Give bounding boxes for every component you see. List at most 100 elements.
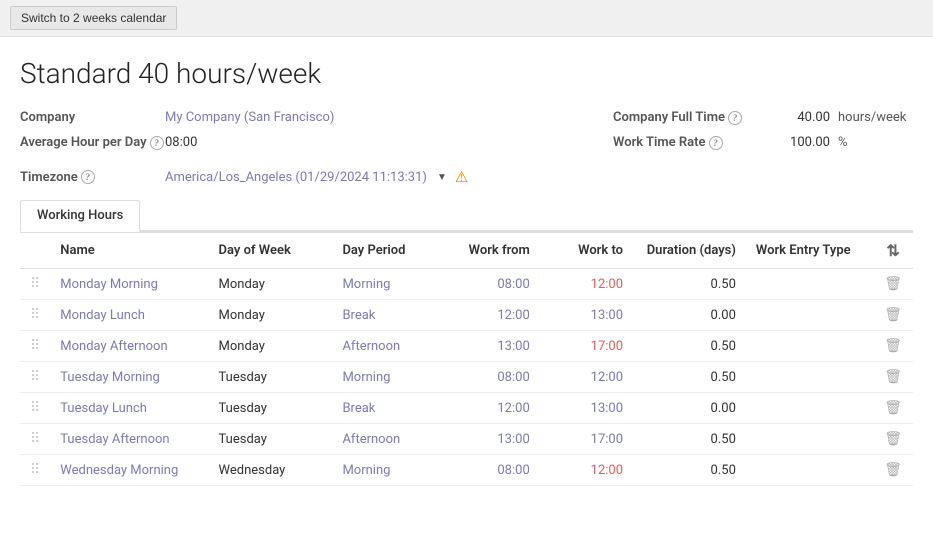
avg-hour-value: 08:00 (165, 135, 197, 150)
delete-row-button[interactable]: 🗑 (884, 431, 902, 447)
to-cell: 13:00 (540, 300, 633, 331)
dur-cell: 0.50 (633, 269, 746, 300)
table-row: ⠿ Monday Afternoon Monday Afternoon 13:0… (20, 331, 913, 362)
dow-cell: Tuesday (209, 362, 333, 393)
company-value[interactable]: My Company (San Francisco) (165, 110, 334, 125)
timezone-dropdown-icon[interactable]: ▼ (437, 172, 447, 183)
tabs-container: Working Hours (20, 200, 913, 232)
dow-cell: Monday (209, 331, 333, 362)
drag-handle-icon[interactable]: ⠿ (30, 276, 40, 292)
col-sort-header[interactable]: ⇅ (873, 233, 913, 269)
company-full-time-label: Company Full Time ? (613, 110, 783, 125)
working-hours-table: Name Day of Week Day Period Work from Wo… (20, 232, 913, 486)
to-cell: 13:00 (540, 393, 633, 424)
name-cell: Monday Morning (50, 269, 208, 300)
dur-cell: 0.50 (633, 424, 746, 455)
delete-cell: 🗑 (873, 331, 913, 362)
from-cell: 13:00 (446, 424, 539, 455)
row-name-link[interactable]: Tuesday Morning (60, 370, 160, 385)
delete-row-button[interactable]: 🗑 (884, 276, 902, 292)
drag-handle-icon[interactable]: ⠿ (30, 431, 40, 447)
drag-handle-cell: ⠿ (20, 269, 50, 300)
wet-cell (746, 300, 873, 331)
col-name-header: Name (50, 233, 208, 269)
name-cell: Monday Lunch (50, 300, 208, 331)
drag-handle-cell: ⠿ (20, 424, 50, 455)
table-row: ⠿ Tuesday Lunch Tuesday Break 12:00 13:0… (20, 393, 913, 424)
drag-handle-icon[interactable]: ⠿ (30, 462, 40, 478)
page-title: Standard 40 hours/week (20, 57, 913, 90)
name-cell: Tuesday Lunch (50, 393, 208, 424)
dp-cell: Afternoon (332, 424, 446, 455)
from-cell: 12:00 (446, 393, 539, 424)
dp-cell: Morning (332, 269, 446, 300)
drag-handle-cell: ⠿ (20, 393, 50, 424)
work-time-rate-help-icon[interactable]: ? (709, 136, 723, 150)
timezone-value[interactable]: America/Los_Angeles (01/29/2024 11:13:31… (165, 170, 427, 185)
switch-calendar-button[interactable]: Switch to 2 weeks calendar (10, 6, 177, 30)
wet-cell (746, 455, 873, 486)
table-row: ⠿ Monday Morning Monday Morning 08:00 12… (20, 269, 913, 300)
dow-cell: Tuesday (209, 393, 333, 424)
timezone-label: Timezone ? (20, 170, 165, 185)
name-cell: Tuesday Afternoon (50, 424, 208, 455)
delete-cell: 🗑 (873, 393, 913, 424)
row-name-link[interactable]: Wednesday Morning (60, 463, 178, 478)
delete-row-button[interactable]: 🗑 (884, 307, 902, 323)
delete-cell: 🗑 (873, 455, 913, 486)
drag-handle-icon[interactable]: ⠿ (30, 400, 40, 416)
dp-cell: Afternoon (332, 331, 446, 362)
col-drag (20, 233, 50, 269)
work-time-rate-label: Work Time Rate ? (613, 135, 783, 150)
wet-cell (746, 424, 873, 455)
dow-cell: Monday (209, 300, 333, 331)
dp-cell: Break (332, 300, 446, 331)
dur-cell: 0.00 (633, 300, 746, 331)
row-name-link[interactable]: Monday Afternoon (60, 339, 167, 354)
company-full-time-help-icon[interactable]: ? (728, 111, 742, 125)
col-dp-header: Day Period (332, 233, 446, 269)
delete-cell: 🗑 (873, 424, 913, 455)
row-name-link[interactable]: Tuesday Afternoon (60, 432, 169, 447)
drag-handle-icon[interactable]: ⠿ (30, 307, 40, 323)
drag-handle-cell: ⠿ (20, 362, 50, 393)
table-row: ⠿ Tuesday Afternoon Tuesday Afternoon 13… (20, 424, 913, 455)
delete-row-button[interactable]: 🗑 (884, 462, 902, 478)
wet-cell (746, 393, 873, 424)
to-cell: 12:00 (540, 455, 633, 486)
col-to-header: Work to (540, 233, 633, 269)
drag-handle-icon[interactable]: ⠿ (30, 369, 40, 385)
from-cell: 08:00 (446, 269, 539, 300)
sort-columns-icon[interactable]: ⇅ (886, 241, 899, 260)
table-row: ⠿ Tuesday Morning Tuesday Morning 08:00 … (20, 362, 913, 393)
dow-cell: Monday (209, 269, 333, 300)
company-label: Company (20, 110, 165, 125)
company-full-time-unit: hours/week (838, 110, 906, 125)
timezone-help-icon[interactable]: ? (81, 170, 95, 184)
delete-cell: 🗑 (873, 300, 913, 331)
table-row: ⠿ Wednesday Morning Wednesday Morning 08… (20, 455, 913, 486)
delete-cell: 🗑 (873, 269, 913, 300)
drag-handle-icon[interactable]: ⠿ (30, 338, 40, 354)
row-name-link[interactable]: Monday Lunch (60, 308, 145, 323)
work-time-rate-value: 100.00 (783, 135, 838, 150)
from-cell: 08:00 (446, 362, 539, 393)
row-name-link[interactable]: Tuesday Lunch (60, 401, 147, 416)
name-cell: Monday Afternoon (50, 331, 208, 362)
dur-cell: 0.50 (633, 455, 746, 486)
delete-row-button[interactable]: 🗑 (884, 400, 902, 416)
avg-hour-help-icon[interactable]: ? (150, 136, 164, 150)
wet-cell (746, 362, 873, 393)
col-dur-header: Duration (days) (633, 233, 746, 269)
delete-row-button[interactable]: 🗑 (884, 338, 902, 354)
tab-working-hours[interactable]: Working Hours (20, 200, 140, 232)
to-cell: 17:00 (540, 331, 633, 362)
col-from-header: Work from (446, 233, 539, 269)
to-cell: 17:00 (540, 424, 633, 455)
dp-cell: Morning (332, 455, 446, 486)
delete-row-button[interactable]: 🗑 (884, 369, 902, 385)
row-name-link[interactable]: Monday Morning (60, 277, 158, 292)
from-cell: 13:00 (446, 331, 539, 362)
dp-cell: Morning (332, 362, 446, 393)
name-cell: Wednesday Morning (50, 455, 208, 486)
